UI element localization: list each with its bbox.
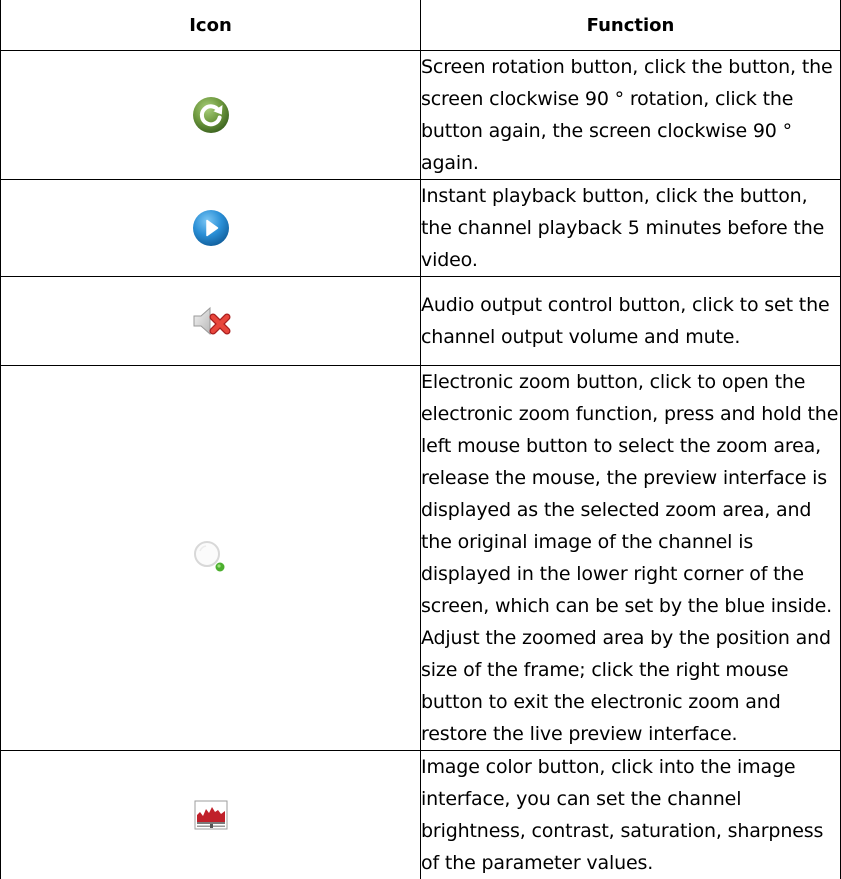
rotate-icon xyxy=(191,95,231,135)
function-description: Instant playback button, click the butto… xyxy=(421,180,841,277)
icon-cell xyxy=(1,51,421,180)
function-column-header: Function xyxy=(421,0,841,51)
function-description: Electronic zoom button, click to open th… xyxy=(421,366,841,751)
function-table: Icon Function Scr xyxy=(0,0,841,879)
zoom-magnifier-icon xyxy=(191,538,231,578)
table-header-row: Icon Function xyxy=(1,0,841,51)
icon-cell xyxy=(1,751,421,879)
play-icon xyxy=(191,208,231,248)
function-description: Audio output control button, click to se… xyxy=(421,277,841,366)
function-description: Image color button, click into the image… xyxy=(421,751,841,879)
table-row: Image color button, click into the image… xyxy=(1,751,841,879)
table-row: Electronic zoom button, click to open th… xyxy=(1,366,841,751)
icon-cell xyxy=(1,277,421,366)
table-row: Screen rotation button, click the button… xyxy=(1,51,841,180)
function-description: Screen rotation button, click the button… xyxy=(421,51,841,180)
table-row: Audio output control button, click to se… xyxy=(1,277,841,366)
icon-cell xyxy=(1,180,421,277)
icon-cell xyxy=(1,366,421,751)
image-color-icon xyxy=(194,800,228,830)
icon-column-header: Icon xyxy=(1,0,421,51)
speaker-mute-icon xyxy=(191,304,231,338)
table-row: Instant playback button, click the butto… xyxy=(1,180,841,277)
